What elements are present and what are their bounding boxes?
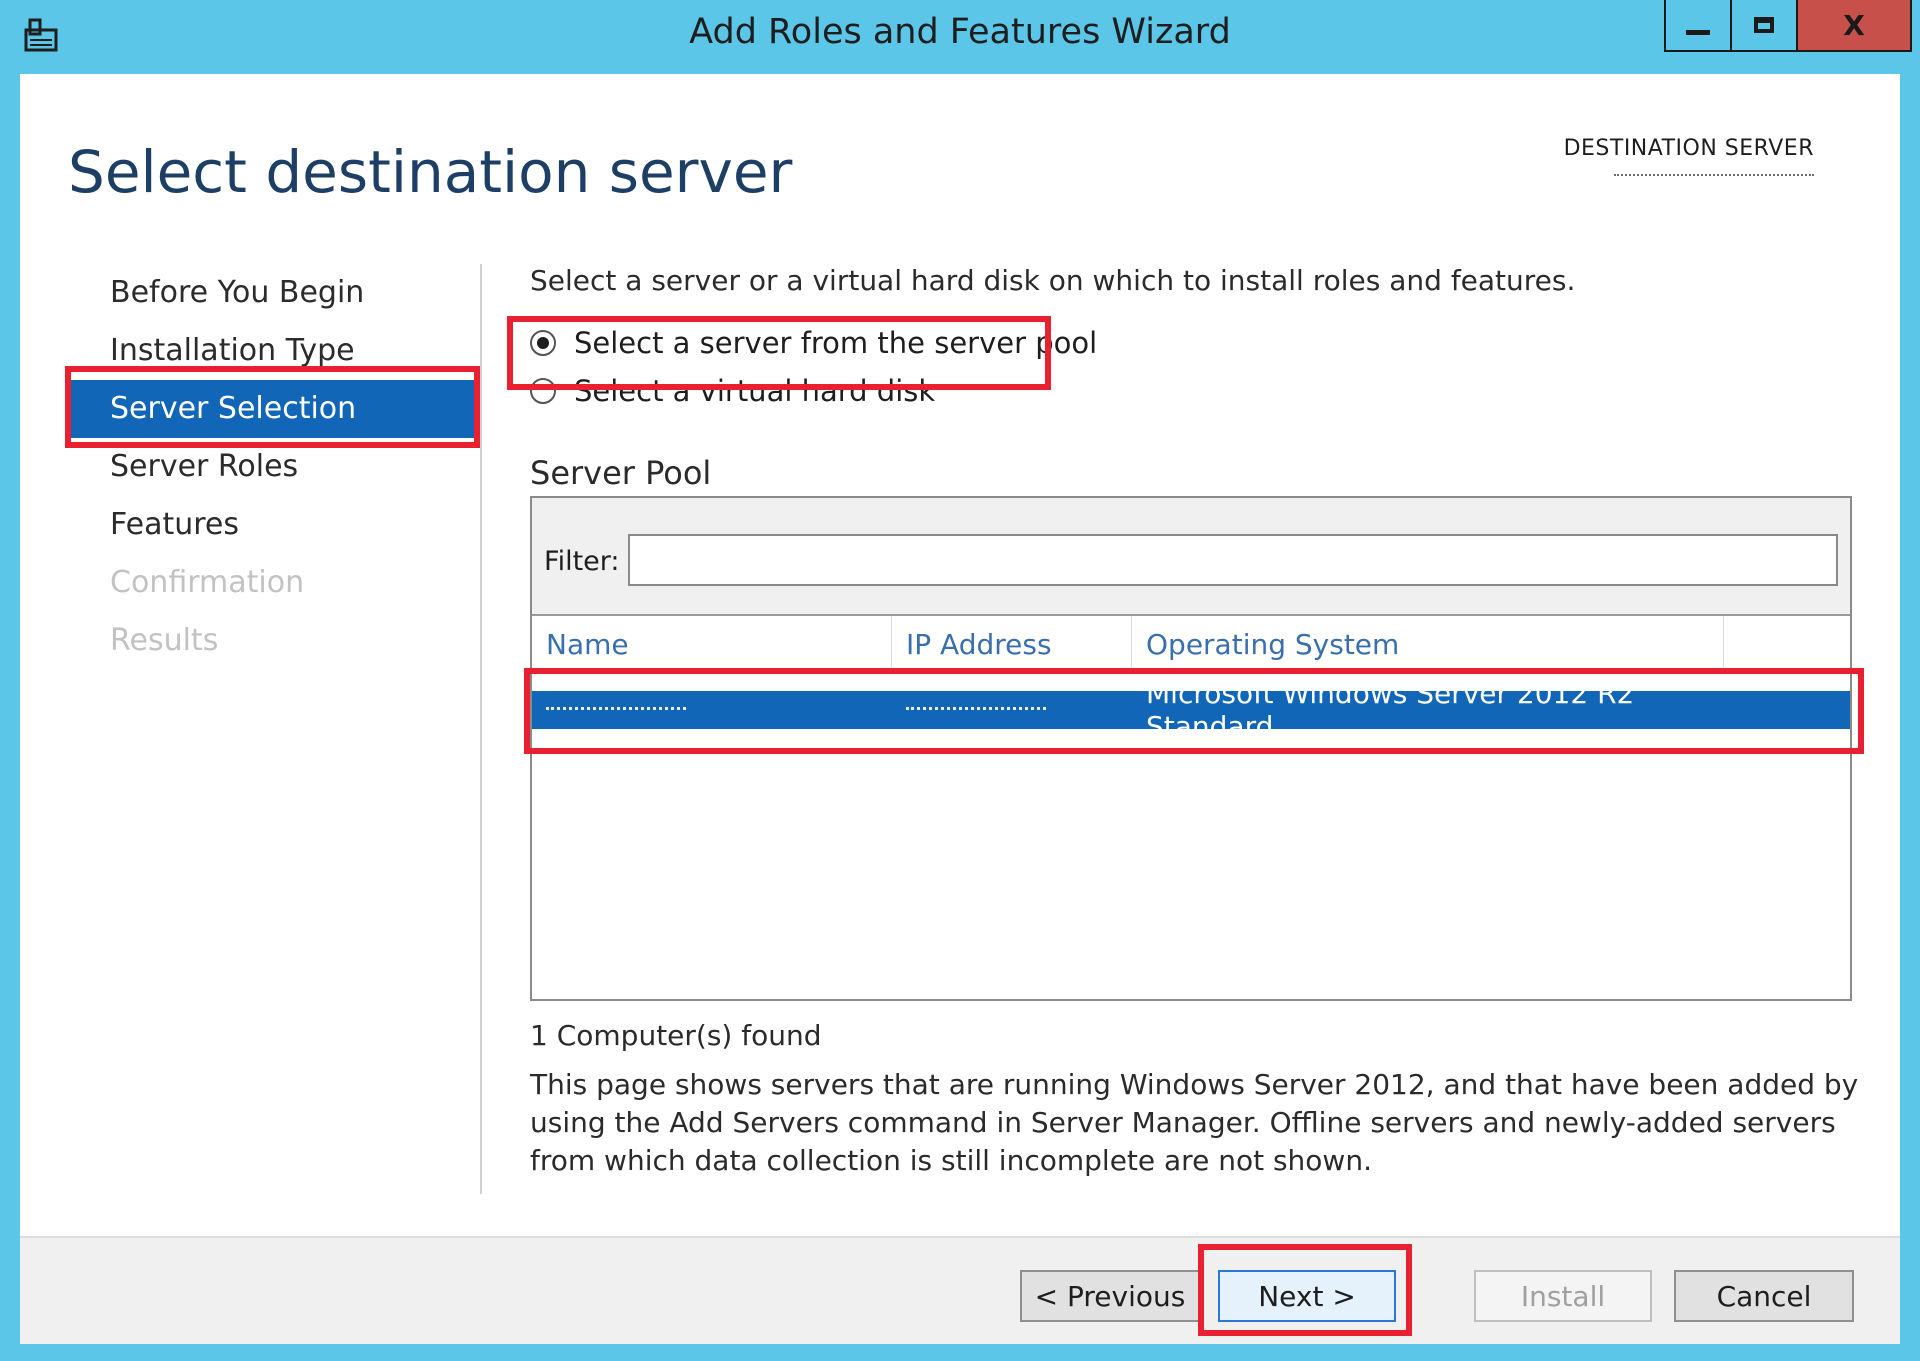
info-note: This page shows servers that are running… bbox=[530, 1068, 1859, 1177]
page-title: Select destination server bbox=[68, 138, 793, 206]
step-confirmation: Confirmation bbox=[110, 565, 305, 600]
minimize-icon bbox=[1686, 29, 1710, 35]
minimize-button[interactable] bbox=[1666, 0, 1732, 50]
window-title: Add Roles and Features Wizard bbox=[689, 12, 1231, 52]
wizard-footer: < Previous Next > Install Cancel bbox=[20, 1236, 1900, 1344]
grid-header: Name IP Address Operating System bbox=[532, 616, 1850, 673]
server-pool-grid: Filter: Name IP Address Operating System… bbox=[530, 496, 1852, 1001]
filter-label: Filter: bbox=[544, 546, 620, 577]
column-ip-address[interactable]: IP Address bbox=[892, 616, 1132, 672]
table-row[interactable]: Microsoft Windows Server 2012 R2 Standar… bbox=[532, 677, 1850, 743]
row-name-cell bbox=[532, 691, 892, 729]
intro-text: Select a server or a virtual hard disk o… bbox=[530, 264, 1576, 297]
radio-server-pool[interactable] bbox=[530, 330, 556, 356]
step-features[interactable]: Features bbox=[68, 496, 478, 554]
maximize-button[interactable] bbox=[1732, 0, 1798, 50]
wizard-steps: Before You Begin Installation Type Serve… bbox=[68, 264, 478, 670]
step-server-roles[interactable]: Server Roles bbox=[68, 438, 478, 496]
option-virtual-hard-disk[interactable]: Select a virtual hard disk bbox=[530, 374, 935, 408]
step-results: Results bbox=[110, 623, 219, 658]
close-icon: X bbox=[1843, 8, 1865, 42]
step-installation-type[interactable]: Installation Type bbox=[68, 322, 478, 380]
step-before-you-begin[interactable]: Before You Begin bbox=[68, 264, 478, 322]
server-pool-label: Server Pool bbox=[530, 454, 712, 492]
close-button[interactable]: X bbox=[1798, 0, 1910, 50]
column-operating-system[interactable]: Operating System bbox=[1132, 616, 1724, 672]
next-button[interactable]: Next > bbox=[1218, 1270, 1396, 1322]
row-ip-cell bbox=[892, 691, 1132, 729]
option-server-pool-label: Select a server from the server pool bbox=[574, 326, 1098, 360]
redacted-text bbox=[546, 707, 686, 713]
destination-server-label: DESTINATION SERVER bbox=[1563, 136, 1814, 161]
cancel-button[interactable]: Cancel bbox=[1674, 1270, 1854, 1322]
steps-divider bbox=[480, 264, 482, 1194]
wizard-window: Add Roles and Features Wizard X Select d… bbox=[0, 0, 1920, 1361]
previous-button[interactable]: < Previous bbox=[1020, 1270, 1200, 1322]
wizard-client-area: Select destination server DESTINATION SE… bbox=[20, 74, 1900, 1344]
radio-virtual-hard-disk[interactable] bbox=[530, 378, 556, 404]
install-button: Install bbox=[1474, 1270, 1652, 1322]
column-extra bbox=[1724, 616, 1850, 672]
destination-server-value bbox=[1614, 170, 1814, 176]
filter-bar: Filter: bbox=[532, 498, 1850, 616]
title-bar[interactable]: Add Roles and Features Wizard X bbox=[0, 0, 1920, 74]
step-server-selection[interactable]: Server Selection bbox=[68, 380, 478, 438]
redacted-text bbox=[906, 707, 1046, 713]
computers-found: 1 Computer(s) found bbox=[530, 1019, 822, 1052]
option-virtual-hard-disk-label: Select a virtual hard disk bbox=[574, 374, 936, 408]
window-controls: X bbox=[1664, 0, 1912, 52]
column-name[interactable]: Name bbox=[532, 616, 892, 672]
maximize-icon bbox=[1754, 17, 1774, 33]
option-server-pool[interactable]: Select a server from the server pool bbox=[530, 326, 1097, 360]
row-os-cell: Microsoft Windows Server 2012 R2 Standar… bbox=[1146, 677, 1635, 743]
filter-input[interactable] bbox=[628, 534, 1838, 586]
